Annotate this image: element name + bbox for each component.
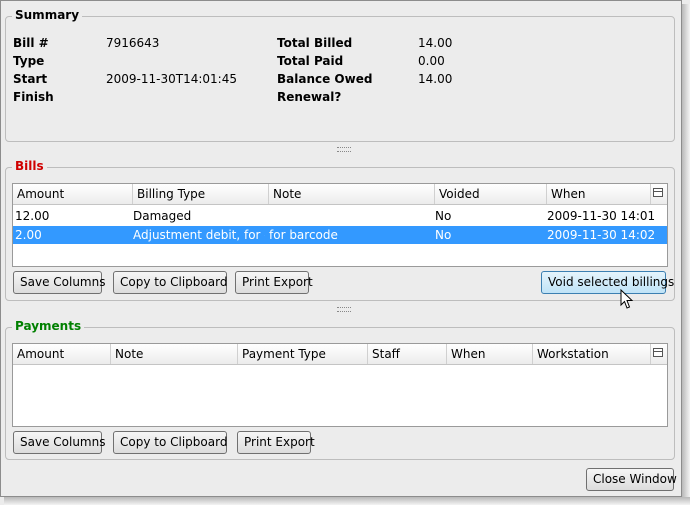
bill-amount: 12.00: [15, 209, 50, 223]
start-label: Start: [13, 72, 48, 86]
payments-table[interactable]: Amount Note Payment Type Staff When Work…: [12, 343, 668, 427]
bill-voided: No: [435, 209, 452, 223]
balance-owed-label: Balance Owed: [277, 72, 373, 86]
bill-number-value: 7916643: [106, 36, 160, 50]
total-billed-value: 14.00: [418, 36, 453, 50]
bills-col-when[interactable]: When: [547, 184, 651, 204]
bill-voided: No: [435, 228, 452, 242]
summary-legend: Summary: [12, 8, 83, 22]
close-window-button[interactable]: Close Window: [586, 468, 677, 491]
bills-save-columns-button[interactable]: Save Columns: [13, 271, 105, 294]
bills-print-export-button[interactable]: Print Export: [235, 271, 313, 294]
payments-groupbox: Payments Amount Note Payment Type Staff …: [5, 319, 675, 460]
bills-groupbox: Bills Amount Billing Type Note Voided Wh…: [5, 159, 675, 301]
renewal-label: Renewal?: [277, 90, 342, 104]
bills-payments-splitter[interactable]: [5, 307, 679, 312]
void-selected-billings-button[interactable]: Void selected billings: [541, 271, 674, 294]
payments-col-amount[interactable]: Amount: [13, 344, 111, 364]
bills-table-header: Amount Billing Type Note Voided When: [13, 184, 667, 205]
bill-when: 2009-11-30 14:01: [547, 209, 656, 223]
payments-col-staff[interactable]: Staff: [368, 344, 447, 364]
total-paid-label: Total Paid: [277, 54, 344, 68]
total-paid-value: 0.00: [418, 54, 445, 68]
bill-billing-type: Damaged: [133, 209, 192, 223]
window-shadow-right: [682, 4, 690, 501]
bills-col-voided[interactable]: Voided: [435, 184, 547, 204]
bills-table[interactable]: Amount Billing Type Note Voided When 12.…: [12, 183, 668, 267]
payments-col-note[interactable]: Note: [111, 344, 238, 364]
bills-col-amount[interactable]: Amount: [13, 184, 133, 204]
payments-save-columns-button[interactable]: Save Columns: [13, 431, 105, 454]
payments-legend: Payments: [12, 319, 85, 333]
bill-details-window: Summary Bill # 7916643 Type Start 2009-1…: [0, 0, 682, 497]
column-picker-icon[interactable]: [653, 348, 663, 357]
bill-number-label: Bill #: [13, 36, 49, 50]
bills-copy-clipboard-button[interactable]: Copy to Clipboard: [113, 271, 227, 294]
payments-table-header: Amount Note Payment Type Staff When Work…: [13, 344, 667, 365]
total-billed-label: Total Billed: [277, 36, 353, 50]
table-row-selected[interactable]: 2.00 Adjustment debit, for c... for barc…: [13, 226, 667, 244]
bills-legend: Bills: [12, 159, 47, 173]
finish-label: Finish: [13, 90, 54, 104]
column-picker-icon[interactable]: [653, 188, 663, 197]
summary-groupbox: Summary Bill # 7916643 Type Start 2009-1…: [5, 8, 675, 142]
bill-when: 2009-11-30 14:02: [547, 228, 656, 242]
payments-print-export-button[interactable]: Print Export: [237, 431, 315, 454]
start-value: 2009-11-30T14:01:45: [106, 72, 237, 86]
payments-col-workstation[interactable]: Workstation: [533, 344, 651, 364]
payments-copy-clipboard-button[interactable]: Copy to Clipboard: [113, 431, 227, 454]
mouse-pointer-icon: [620, 289, 634, 309]
window-shadow-bottom: [4, 497, 690, 505]
bills-col-note[interactable]: Note: [269, 184, 435, 204]
bills-col-billing-type[interactable]: Billing Type: [133, 184, 269, 204]
type-label: Type: [13, 54, 45, 68]
bill-amount: 2.00: [15, 228, 42, 242]
payments-col-when[interactable]: When: [447, 344, 533, 364]
bill-billing-type: Adjustment debit, for c...: [133, 228, 265, 242]
bill-note: for barcode: [269, 228, 338, 242]
table-row[interactable]: 12.00 Damaged No 2009-11-30 14:01: [13, 207, 667, 225]
payments-col-payment-type[interactable]: Payment Type: [238, 344, 368, 364]
summary-bills-splitter[interactable]: [5, 147, 679, 152]
balance-owed-value: 14.00: [418, 72, 453, 86]
